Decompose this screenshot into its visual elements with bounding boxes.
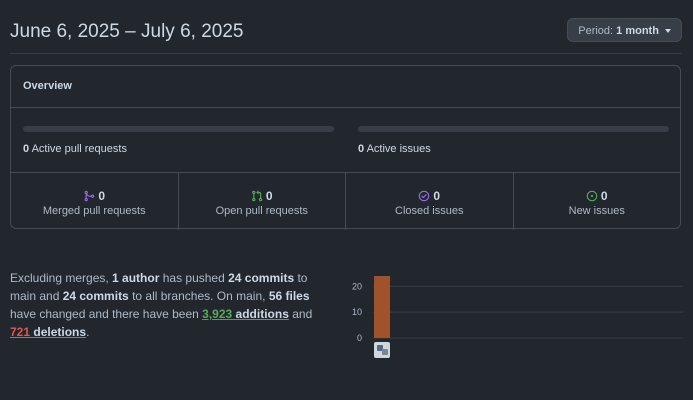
merged-prs-label: Merged pull requests [42,205,146,217]
stat-open-prs[interactable]: 0 Open pull requests [179,173,346,230]
overview-stats: 0 Merged pull requests 0 Open pull reque… [11,173,680,230]
active-issues-block: 0 Active issues [358,126,669,155]
active-prs-count[interactable]: 0 [23,143,29,155]
additions-word: additions [235,307,289,321]
y-tick-label: 0 [357,333,362,342]
overview-title: Overview [11,66,680,108]
stat-new-issues[interactable]: 0 New issues [514,173,681,230]
page-header: June 6, 2025 – July 6, 2025 Period: 1 mo… [10,17,682,54]
closed-issues-count: 0 [433,188,441,203]
stat-merged-prs[interactable]: 0 Merged pull requests [11,173,179,230]
files-changed-count: 56 files [268,289,310,303]
y-tick-label: 20 [352,281,362,291]
activity-summary: 0 Active pull requests 0 Active issues [11,108,680,173]
git-merge-icon [83,190,95,202]
date-range-title: June 6, 2025 – July 6, 2025 [10,21,244,42]
deletions-count: 721 [10,325,31,339]
summary-text: has pushed [159,271,229,285]
summary-text: to all branches. On main, [128,289,269,303]
open-prs-label: Open pull requests [215,205,308,217]
commit-bar[interactable] [374,276,390,338]
commit-summary: Excluding merges, 1 author has pushed 24… [10,269,335,341]
deletions-word: deletions [33,325,87,339]
new-issues-label: New issues [568,205,625,217]
summary-text: and [288,307,313,321]
period-value: 1 month [616,25,659,37]
summary-text: have changed and there have been [10,307,203,321]
triangle-down-icon [665,29,671,34]
commits-chart-svg: 0 10 20 [352,276,683,342]
commits-main-count: 24 commits [228,271,295,285]
y-tick-label: 10 [352,307,362,317]
overview-panel: Overview 0 Active pull requests 0 Active… [10,65,681,230]
period-label: Period: [578,25,614,37]
issue-opened-icon [586,190,598,202]
active-prs-block: 0 Active pull requests [23,126,334,155]
active-prs-progress-bar [23,126,334,132]
open-prs-count: 0 [265,188,273,203]
issue-closed-icon [418,190,430,202]
closed-issues-label: Closed issues [395,205,464,217]
additions-link[interactable]: 3,923 additions [202,307,289,321]
deletions-link[interactable]: 721 deletions [10,325,86,339]
commits-all-count: 24 commits [62,289,129,303]
active-issues-count[interactable]: 0 [358,143,364,155]
author-count: 1 author [112,271,160,285]
commits-by-author-chart: 0 10 20 [345,258,683,360]
active-issues-label[interactable]: Active issues [367,143,431,155]
git-pull-request-icon [251,189,263,202]
summary-text: . [86,325,90,339]
summary-text: Excluding merges, [10,271,113,285]
author-avatar[interactable] [374,342,390,358]
active-issues-progress-bar [358,126,669,132]
additions-count: 3,923 [202,307,233,321]
period-dropdown-button[interactable]: Period: 1 month [567,18,682,42]
stat-closed-issues[interactable]: 0 Closed issues [346,173,514,230]
active-prs-label[interactable]: Active pull requests [32,143,127,155]
merged-prs-count: 0 [98,188,106,203]
new-issues-count: 0 [600,188,608,203]
